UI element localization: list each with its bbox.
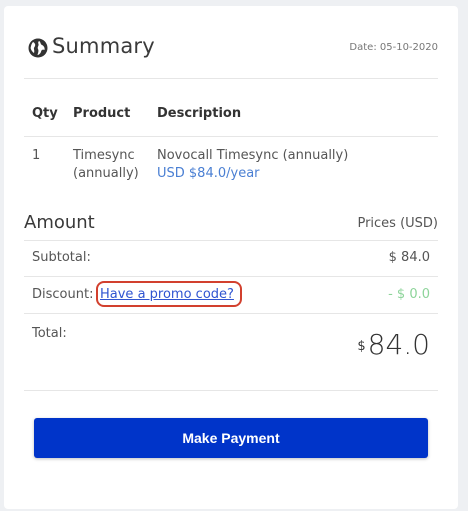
globe-icon: [28, 38, 48, 58]
row-description: Novocall Timesync (annually) USD $84.0/y…: [157, 147, 348, 183]
subtotal-value: $ 84.0: [388, 250, 430, 265]
promo-code-link[interactable]: Have a promo code?: [100, 287, 234, 302]
subtotal-label: Subtotal:: [32, 250, 91, 265]
make-payment-button[interactable]: Make Payment: [34, 418, 428, 458]
order-table: Qty Product Description 1 Timesync (annu…: [24, 106, 438, 193]
summary-date: Date: 05-10-2020: [349, 42, 438, 53]
total-currency-symbol: $: [357, 339, 366, 354]
amount-header: Amount Prices (USD): [24, 212, 438, 241]
subtotal-row: Subtotal: $ 84.0: [24, 240, 438, 277]
discount-label: Discount:: [32, 287, 94, 302]
row-product-term: (annually): [73, 166, 139, 181]
row-product-name: Timesync: [73, 148, 135, 163]
total-label: Total:: [32, 326, 67, 341]
row-description-text: Novocall Timesync (annually): [157, 148, 349, 163]
column-header-description: Description: [157, 106, 242, 121]
summary-header: Summary Date: 05-10-2020: [24, 34, 438, 79]
total-amount: $84.0: [357, 328, 430, 361]
currency-label: Prices (USD): [357, 216, 438, 231]
column-header-product: Product: [73, 106, 131, 121]
row-product: Timesync (annually): [73, 147, 148, 183]
total-row: Total: $84.0: [24, 316, 438, 391]
discount-value: - $ 0.0: [388, 287, 430, 302]
page-title: Summary: [52, 34, 155, 58]
discount-row: Discount: Have a promo code? - $ 0.0: [24, 277, 438, 314]
summary-card: Summary Date: 05-10-2020 Qty Product Des…: [4, 6, 458, 509]
table-row: 1 Timesync (annually) Novocall Timesync …: [24, 137, 438, 193]
column-header-qty: Qty: [32, 106, 58, 121]
row-qty: 1: [32, 148, 41, 163]
row-price: USD $84.0/year: [157, 166, 260, 181]
total-value: 84.0: [367, 328, 430, 361]
amount-title: Amount: [24, 212, 95, 233]
table-header-row: Qty Product Description: [24, 106, 438, 137]
